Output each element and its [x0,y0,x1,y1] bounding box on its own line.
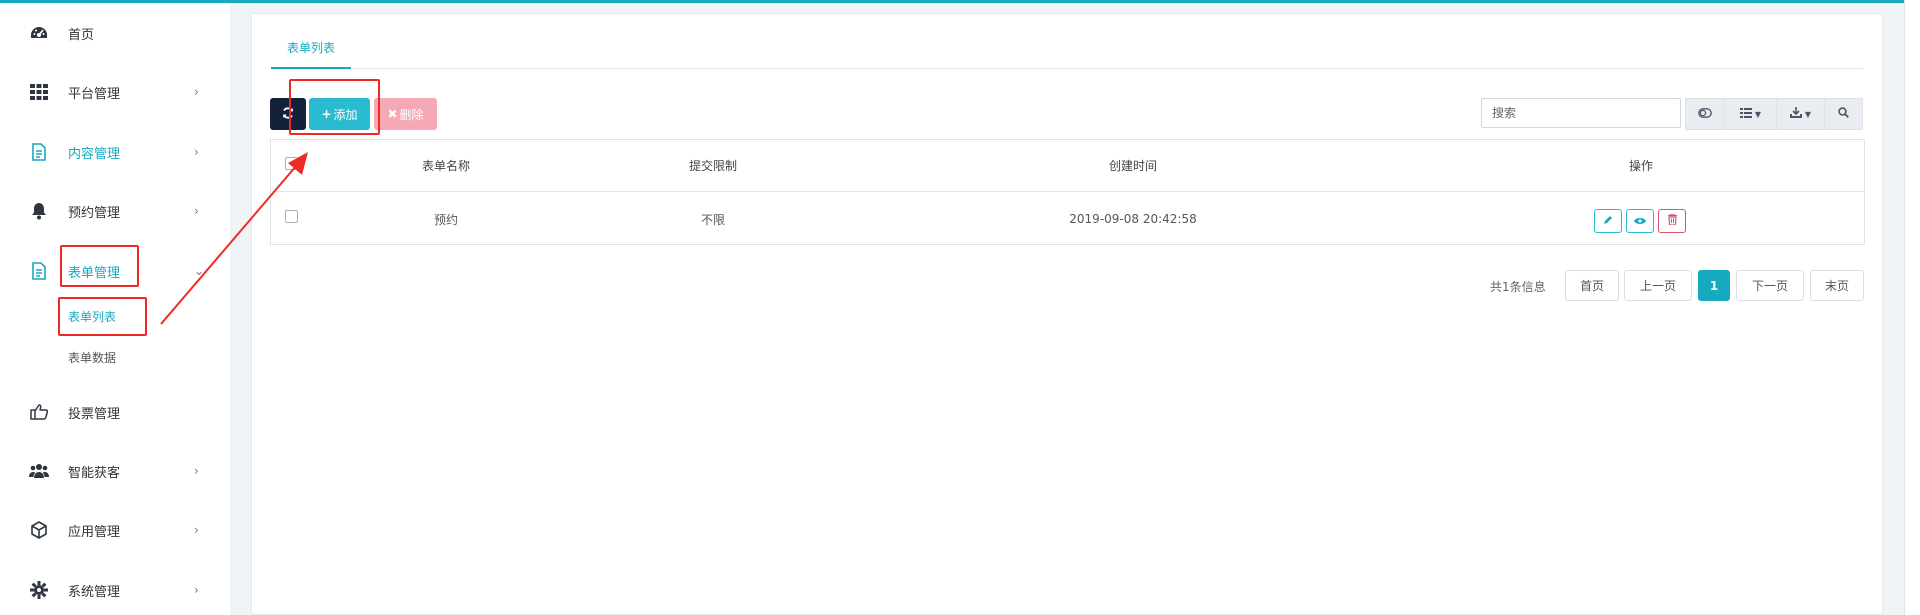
chevron-down-icon: ⌄ [194,264,205,278]
toggle-icon [1698,107,1712,122]
eye-icon [1634,214,1646,229]
edit-button[interactable] [1594,209,1622,233]
sidebar-item-label: 预约管理 [68,205,121,221]
chevron-right-icon: › [194,523,199,537]
form-icon [28,260,50,282]
select-all-checkbox[interactable] [285,157,298,170]
top-accent-bar [0,0,1920,3]
sidebar-subitem-form-list[interactable]: 表单列表 [68,308,116,325]
column-header-actions: 操作 [1628,159,1654,173]
caret-down-icon: ▼ [1804,109,1812,119]
table-header-row: 表单名称 提交限制 创建时间 操作 [271,140,1864,192]
chevron-right-icon: › [194,145,199,159]
delete-button[interactable]: ✖ 删除 [374,98,437,130]
download-icon [1789,106,1802,122]
form-table: 表单名称 提交限制 创建时间 操作 预约 不限 2019-09-08 20:42… [270,139,1865,245]
tab-bar: 表单列表 [271,33,1863,69]
pencil-icon [1603,214,1613,229]
refresh-button[interactable] [270,98,306,130]
sidebar-item-leads[interactable]: 智能获客 › [0,451,230,491]
sidebar-item-label: 应用管理 [68,524,121,540]
sidebar-item-label: 智能获客 [68,465,121,481]
chevron-right-icon: › [194,464,199,478]
vertical-scrollbar[interactable] [1904,0,1920,615]
sidebar-item-platform[interactable]: 平台管理 › [0,72,230,112]
content-panel: 表单列表 + 添加 ✖ 删除 ▼ ▼ [251,13,1883,615]
form-name-cell: 预约 [433,212,459,227]
list-icon [1739,107,1752,122]
add-button-label: 添加 [333,107,358,122]
document-icon [28,141,50,163]
cube-icon [28,519,50,541]
search-icon [1838,106,1849,122]
refresh-icon [282,106,294,122]
tab-form-list[interactable]: 表单列表 [271,33,352,69]
delete-row-button[interactable] [1658,209,1686,233]
sidebar-item-booking[interactable]: 预约管理 › [0,191,230,231]
row-checkbox[interactable] [285,210,298,223]
sidebar-item-label: 首页 [68,27,95,43]
bell-icon [28,200,50,222]
search-input[interactable] [1481,98,1681,128]
view-button[interactable] [1626,209,1654,233]
sidebar-item-system[interactable]: 系统管理 › [0,570,230,610]
chevron-right-icon: › [194,85,199,99]
trash-icon [1667,212,1677,229]
caret-down-icon: ▼ [1754,109,1762,119]
plus-icon: + [321,107,332,121]
column-header-name[interactable]: 表单名称 [422,157,470,174]
advanced-search-button[interactable] [1825,98,1863,130]
sidebar: 首页 平台管理 › 内容管理 › 预约管理 › 表单管理 ⌄ 表单列表 表单数据 [0,3,230,615]
sidebar-item-content[interactable]: 内容管理 › [0,132,230,172]
sidebar-item-forms[interactable]: 表单管理 ⌄ [0,251,230,291]
prev-page-button[interactable]: 上一页 [1624,270,1692,301]
next-page-button[interactable]: 下一页 [1736,270,1804,301]
created-time-cell: 2019-09-08 20:42:58 [1069,212,1197,226]
export-dropdown-button[interactable]: ▼ [1777,98,1825,130]
last-page-button[interactable]: 末页 [1810,270,1864,301]
sidebar-item-label: 平台管理 [68,86,121,102]
sidebar-item-label: 表单管理 [68,265,121,281]
sidebar-item-home[interactable]: 首页 [0,13,230,53]
delete-button-label: 删除 [399,107,424,122]
sidebar-item-apps[interactable]: 应用管理 › [0,510,230,550]
sidebar-item-label: 内容管理 [68,146,121,162]
first-page-button[interactable]: 首页 [1565,270,1619,301]
users-icon [28,460,50,482]
sidebar-subitem-form-data[interactable]: 表单数据 [68,349,116,366]
row-actions [1594,209,1686,233]
add-button[interactable]: + 添加 [309,98,370,130]
column-header-created[interactable]: 创建时间 [1109,157,1157,174]
table-toolbar: ▼ ▼ [1685,98,1863,130]
sidebar-item-vote[interactable]: 投票管理 [0,392,230,432]
gear-icon [28,579,50,601]
table-row: 预约 不限 2019-09-08 20:42:58 [271,193,1864,245]
chevron-right-icon: › [194,583,199,597]
current-page-button[interactable]: 1 [1698,270,1730,301]
grid-icon [28,81,50,103]
columns-dropdown-button[interactable]: ▼ [1725,98,1777,130]
toggle-view-button[interactable] [1685,98,1725,130]
thumb-icon [28,401,50,423]
chevron-right-icon: › [194,204,199,218]
pagination-info: 共1条信息 [1490,280,1546,294]
sidebar-item-label: 投票管理 [68,406,121,422]
submit-limit-cell: 不限 [700,212,726,227]
column-header-limit[interactable]: 提交限制 [689,157,737,174]
sidebar-item-label: 系统管理 [68,584,121,600]
dashboard-icon [28,22,50,44]
close-icon: ✖ [387,107,398,121]
